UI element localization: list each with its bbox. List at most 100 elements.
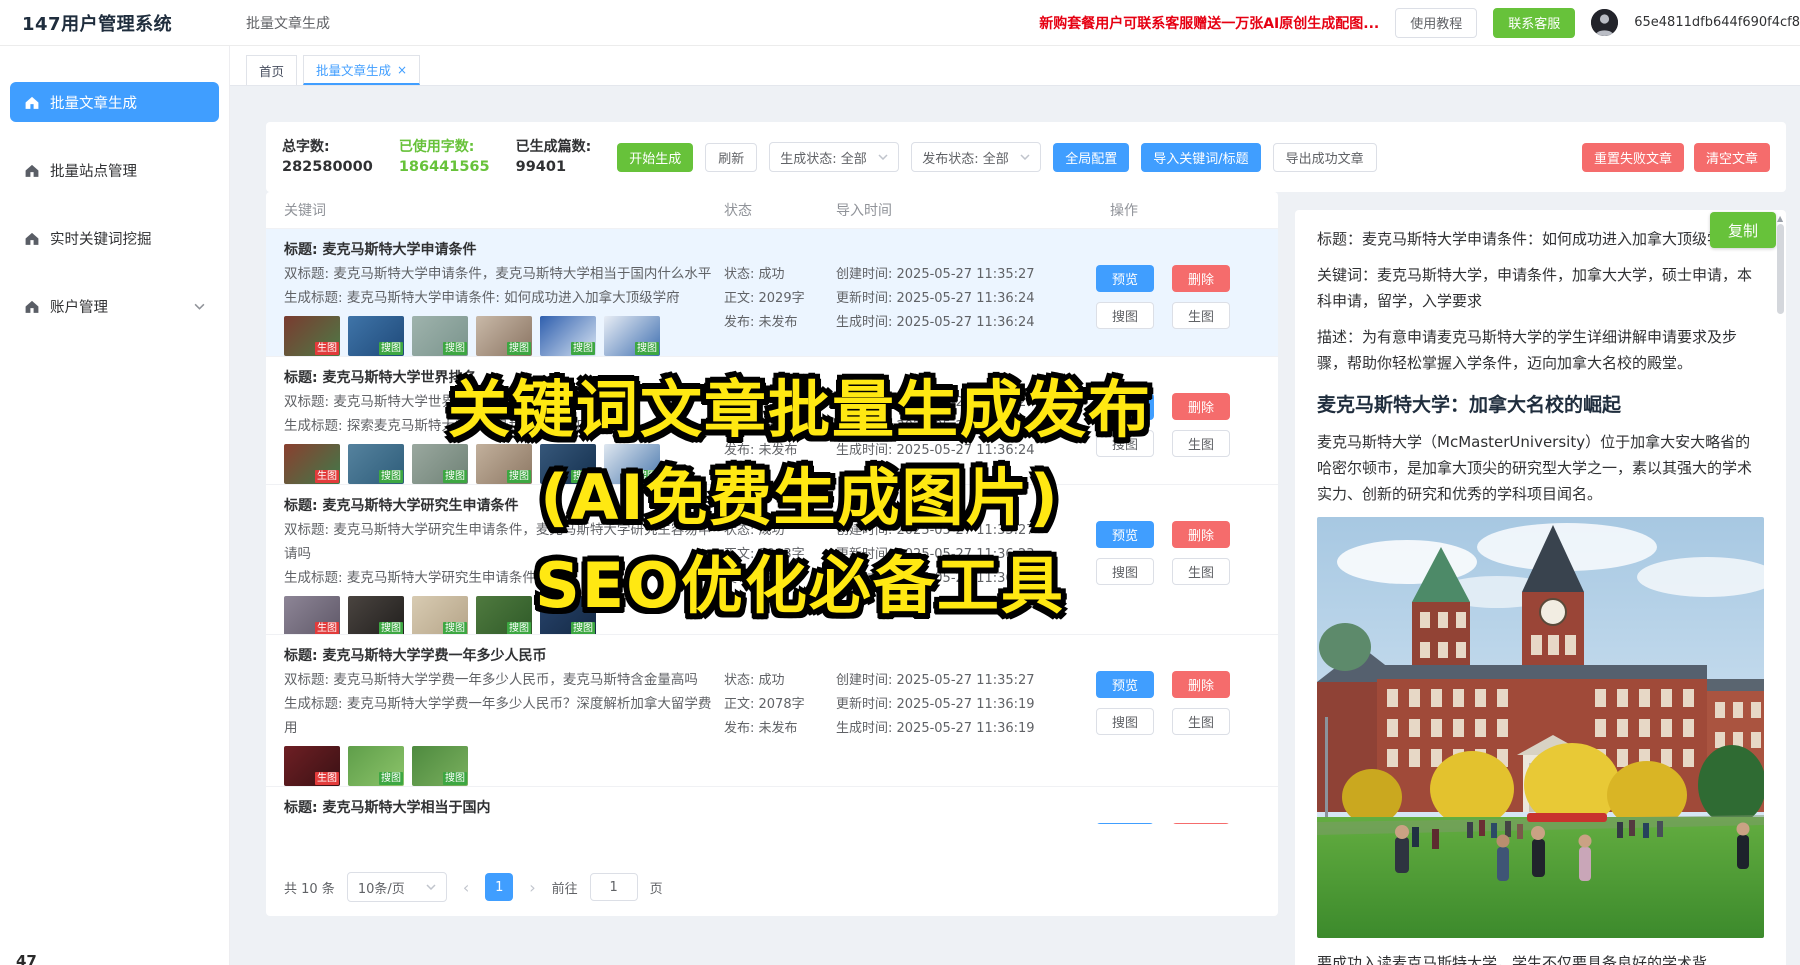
table-row[interactable]: 标题: 麦克马斯特大学申请条件 双标题: 麦克马斯特大学申请条件，麦克马斯特大学…	[266, 228, 1278, 356]
main-area: 首页批量文章生成 × 总字数: 282580000 已使用字数: 18644156…	[230, 46, 1800, 965]
sidebar-item-label: 账户管理	[50, 296, 108, 317]
publish-line: 发布: 未发布	[724, 311, 836, 335]
article-thumbnail[interactable]: 搜图	[540, 596, 596, 634]
article-thumbnail[interactable]: 搜图	[476, 444, 532, 484]
chevron-down-icon	[194, 303, 205, 310]
tutorial-button[interactable]: 使用教程	[1395, 8, 1477, 38]
delete-button[interactable]: 删除	[1172, 393, 1230, 420]
search-image-button[interactable]: 搜图	[1096, 302, 1154, 329]
preview-button[interactable]: 预览	[1096, 265, 1154, 292]
search-image-button[interactable]: 搜图	[1096, 558, 1154, 585]
delete-button[interactable]: 删除	[1172, 265, 1230, 292]
sidebar-item-2[interactable]: 实时关键词挖掘	[10, 218, 219, 258]
article-title: 标题: 麦克马斯特大学申请条件	[284, 238, 714, 262]
import-keywords-button[interactable]: 导入关键词/标题	[1141, 143, 1260, 172]
article-thumbnail[interactable]: 搜图	[412, 596, 468, 634]
article-thumbnail[interactable]: 搜图	[412, 746, 468, 786]
page-size-select[interactable]: 10条/页	[347, 872, 447, 902]
generate-image-button[interactable]: 生图	[1172, 708, 1230, 735]
actions-cell: 预览 删除 搜图 生图	[1096, 485, 1278, 634]
article-thumbnail[interactable]: 搜图	[604, 316, 660, 356]
publish-status-select[interactable]: 发布状态: 全部	[911, 142, 1041, 172]
generate-image-button[interactable]: 生图	[1172, 430, 1230, 457]
global-config-button[interactable]: 全局配置	[1053, 143, 1129, 172]
article-thumbnail[interactable]: 搜图	[476, 596, 532, 634]
contact-support-button[interactable]: 联系客服	[1493, 8, 1575, 38]
article-thumbnail[interactable]: 搜图	[540, 444, 596, 484]
search-image-button[interactable]: 搜图	[1096, 708, 1154, 735]
article-thumbnail[interactable]: 搜图	[348, 444, 404, 484]
article-thumbnail[interactable]: 搜图	[540, 316, 596, 356]
table-row[interactable]: 标题: 麦克马斯特大学学费一年多少人民币 双标题: 麦克马斯特大学学费一年多少人…	[266, 634, 1278, 786]
tab-1[interactable]: 批量文章生成 ×	[303, 55, 420, 85]
generate-image-button[interactable]: 生图	[1172, 302, 1230, 329]
delete-button[interactable]: 删除	[1172, 671, 1230, 698]
stat-value: 99401	[516, 157, 592, 177]
search-image-button[interactable]: 搜图	[1096, 430, 1154, 457]
chevron-down-icon	[1020, 154, 1030, 160]
col-import-time: 导入时间	[836, 200, 1096, 220]
export-articles-button[interactable]: 导出成功文章	[1273, 143, 1377, 172]
status-cell: 状态: 成功 正文: 2078字 发布: 未发布	[724, 635, 836, 786]
clear-articles-button[interactable]: 清空文章	[1694, 143, 1770, 172]
next-page-button[interactable]: ›	[525, 878, 539, 897]
article-thumbnail[interactable]: 生图	[284, 444, 340, 484]
delete-button[interactable]: 删除	[1172, 521, 1230, 548]
preview-button[interactable]: 预览	[1096, 671, 1154, 698]
tab-0[interactable]: 首页	[246, 55, 297, 85]
stat-value: 186441565	[399, 157, 490, 177]
article-thumbnail[interactable]: 搜图	[412, 444, 468, 484]
article-dual-title: 双标题: 麦克马斯特大学学费一年多少人民币，麦克马斯特含金量高吗	[284, 668, 714, 692]
actions-cell: 预览 删除 搜图 生图	[1096, 229, 1278, 356]
status-cell: 状态: 成功 正文: 2029字 发布: 未发布	[724, 229, 836, 356]
generate-image-button[interactable]: 生图	[1172, 558, 1230, 585]
reset-failed-button[interactable]: 重置失败文章	[1582, 143, 1684, 172]
table-row[interactable]: 标题: 麦克马斯特大学研究生申请条件 双标题: 麦克马斯特大学研究生申请条件，麦…	[266, 484, 1278, 634]
created-time: 创建时间: 2025-05-27 11:35:27	[836, 821, 1096, 824]
tab-label: 批量文章生成	[316, 60, 391, 79]
article-thumbnail[interactable]: 搜图	[604, 444, 660, 484]
start-generate-button[interactable]: 开始生成	[617, 143, 693, 172]
goto-page-input[interactable]	[590, 873, 638, 901]
stat-total-words: 总字数: 282580000	[282, 137, 373, 177]
refresh-button[interactable]: 刷新	[705, 143, 757, 172]
article-thumbnail[interactable]: 搜图	[412, 316, 468, 356]
username[interactable]: 65e4811dfb644f690f4cf8	[1634, 15, 1800, 30]
delete-button[interactable]: 删除	[1172, 823, 1230, 824]
article-thumbnail[interactable]: 生图	[284, 596, 340, 634]
article-thumbnail[interactable]: 生图	[284, 316, 340, 356]
article-title: 标题: 麦克马斯特大学世界排名	[284, 366, 714, 390]
scrollbar-thumb[interactable]	[1777, 224, 1784, 314]
stat-label: 已使用字数:	[399, 137, 490, 157]
generate-status-select[interactable]: 生成状态: 全部	[769, 142, 899, 172]
close-tab-icon[interactable]: ×	[397, 63, 407, 77]
article-thumbnail[interactable]: 搜图	[476, 316, 532, 356]
preview-title: 标题：麦克马斯特大学申请条件：如何成功进入加拿大顶级学府	[1317, 226, 1764, 252]
article-thumbnail[interactable]: 搜图	[348, 316, 404, 356]
sidebar-item-3[interactable]: 账户管理	[10, 286, 219, 326]
thumbnail-tag: 搜图	[507, 470, 531, 483]
copy-button[interactable]: 复制	[1710, 212, 1776, 248]
preview-button[interactable]: 预览	[1096, 823, 1154, 824]
promo-notice[interactable]: 新购套餐用户可联系客服赠送一万张AI原创生成配图...	[1039, 13, 1379, 33]
corner-text-fragment: 47	[16, 952, 37, 965]
time-cell: 创建时间: 2025-05-27 11:35:27 更新时间: 2025-05-…	[836, 635, 1096, 786]
col-keyword: 关键词	[284, 200, 724, 220]
prev-page-button[interactable]: ‹	[459, 878, 473, 897]
current-page-button[interactable]: 1	[485, 873, 513, 901]
sidebar-item-1[interactable]: 批量站点管理	[10, 150, 219, 190]
thumbnail-tag: 生图	[315, 772, 339, 785]
article-thumbnail[interactable]: 搜图	[348, 596, 404, 634]
article-thumbnail[interactable]: 搜图	[348, 746, 404, 786]
article-generated-title: 生成标题: 麦克马斯特大学研究生申请条件解析	[284, 566, 714, 590]
sidebar-item-0[interactable]: 批量文章生成	[10, 82, 219, 122]
preview-scrollbar[interactable]: ▲	[1777, 214, 1784, 965]
scroll-up-arrow-icon[interactable]: ▲	[1777, 214, 1783, 223]
table-row[interactable]: 标题: 麦克马斯特大学世界排名 双标题: 麦克马斯特大学世界排名，麦克马斯特大学…	[266, 356, 1278, 484]
article-thumbnail[interactable]: 生图	[284, 746, 340, 786]
preview-button[interactable]: 预览	[1096, 521, 1154, 548]
pagination-total: 共 10 条	[284, 878, 335, 897]
avatar[interactable]	[1591, 9, 1618, 36]
preview-button[interactable]: 预览	[1096, 393, 1154, 420]
table-row[interactable]: 标题: 麦克马斯特大学相当于国内 双标题: 麦克马斯特大学相当于国内，麦克马斯特…	[266, 786, 1278, 824]
